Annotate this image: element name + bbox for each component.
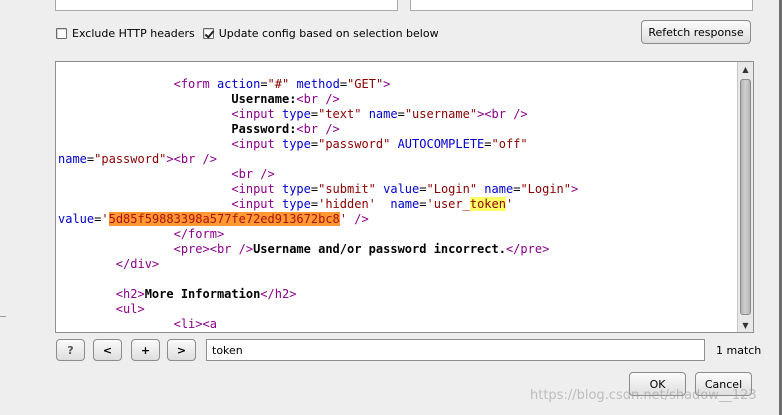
scroll-up-arrow-icon[interactable]: ▲	[739, 62, 752, 76]
code-line: <input type="text" name="username"><br /…	[231, 107, 528, 121]
response-viewer[interactable]: <form action="#" method="GET"> Username:…	[55, 61, 754, 333]
scroll-down-arrow-icon[interactable]: ▼	[739, 318, 752, 332]
code-line: <h2>More Information</h2>	[115, 287, 297, 301]
exclude-headers-checkbox-box[interactable]	[56, 27, 67, 39]
refetch-response-button[interactable]: Refetch response	[641, 20, 751, 44]
update-config-checkbox[interactable]: Update config based on selection below	[202, 26, 439, 40]
update-config-label: Update config based on selection below	[218, 26, 439, 40]
code-line: <ul>	[115, 302, 145, 316]
cancel-button[interactable]: Cancel	[695, 372, 752, 396]
search-input[interactable]	[206, 339, 705, 361]
code-line: </form>	[173, 227, 225, 241]
exclude-headers-checkbox[interactable]: Exclude HTTP headers	[56, 27, 195, 40]
code-line: Password:<br />	[231, 122, 340, 136]
code-line: <form action="#" method="GET">	[173, 77, 391, 91]
code-line: <pre><br />Username and/or password inco…	[173, 242, 550, 256]
selected-token-value[interactable]: 5d85f59883398a577fe72ed913672bc8	[108, 212, 340, 226]
next-match-button[interactable]: >	[167, 339, 196, 361]
code-line: Username:<br />	[231, 92, 340, 106]
left-edge-line	[0, 316, 6, 317]
help-button[interactable]: ?	[56, 339, 85, 361]
add-button[interactable]: +	[131, 339, 160, 361]
scrollbar-thumb[interactable]	[740, 79, 751, 315]
code-line: <li><a	[173, 317, 217, 331]
code-line: name="password"><br />	[58, 152, 217, 166]
vertical-scrollbar[interactable]: ▲ ▼	[737, 62, 753, 332]
code-line: </div>	[115, 257, 160, 271]
code-line: <br />	[231, 167, 275, 181]
top-left-panel	[55, 0, 398, 11]
search-match-highlight: token	[469, 197, 506, 211]
code-line: <input type='hidden' name='user_token'	[231, 197, 514, 211]
top-right-panel	[410, 0, 753, 11]
code-line: value='5d85f59883398a577fe72ed913672bc8'…	[58, 212, 369, 226]
code-line: <input type="submit" value="Login" name=…	[231, 182, 579, 196]
match-count: 1 match	[716, 344, 762, 357]
code-line: <input type="password" AUTOCOMPLETE="off…	[231, 137, 528, 151]
options-row: Exclude HTTP headers Update config based…	[56, 25, 447, 41]
response-code: <form action="#" method="GET"> Username:…	[58, 77, 738, 332]
update-config-checkbox-box[interactable]	[202, 27, 214, 39]
previous-match-button[interactable]: <	[93, 339, 122, 361]
exclude-headers-label: Exclude HTTP headers	[72, 26, 195, 40]
ok-button[interactable]: OK	[629, 372, 686, 396]
